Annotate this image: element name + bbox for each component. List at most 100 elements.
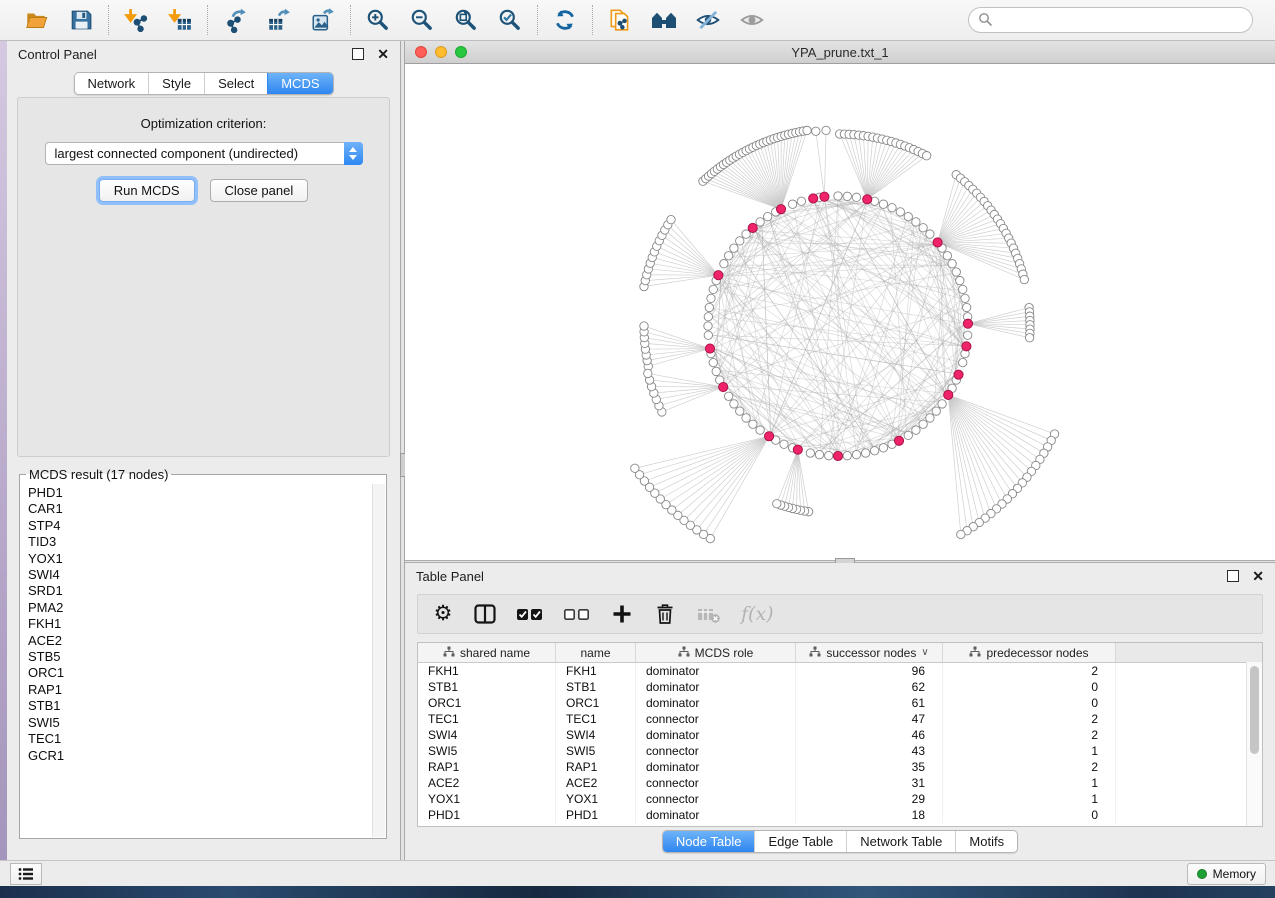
tab-node-table[interactable]: Node Table	[663, 831, 755, 852]
graph-node[interactable]	[707, 294, 715, 302]
mcds-result-item[interactable]: SWI4	[28, 567, 372, 583]
tab-motifs[interactable]: Motifs	[955, 831, 1017, 852]
graph-hub-node[interactable]	[962, 342, 971, 351]
criterion-select[interactable]: largest connected component (undirected)	[45, 142, 363, 165]
graph-node[interactable]	[704, 313, 712, 321]
graph-node[interactable]	[742, 414, 750, 422]
graph-hub-node[interactable]	[719, 382, 728, 391]
tab-network-table[interactable]: Network Table	[846, 831, 955, 852]
table-row[interactable]: ORC1ORC1dominator610	[418, 695, 1262, 711]
mcds-result-item[interactable]: RAP1	[28, 682, 372, 698]
graph-node[interactable]	[961, 294, 969, 302]
graph-node[interactable]	[962, 303, 970, 311]
graph-node[interactable]	[736, 407, 744, 415]
graph-node[interactable]	[912, 426, 920, 434]
graph-node[interactable]	[788, 200, 796, 208]
graph-node[interactable]	[1020, 275, 1028, 283]
graph-node[interactable]	[843, 451, 851, 459]
graph-node[interactable]	[957, 530, 965, 538]
graph-hub-node[interactable]	[954, 370, 963, 379]
graph-node[interactable]	[709, 285, 717, 293]
mcds-result-item[interactable]: STB5	[28, 649, 372, 665]
graph-hub-node[interactable]	[714, 271, 723, 280]
graph-node[interactable]	[926, 414, 934, 422]
table-row[interactable]: RAP1RAP1dominator352	[418, 759, 1262, 775]
graph-node[interactable]	[812, 127, 820, 135]
select-all-icon[interactable]	[516, 601, 544, 627]
deselect-all-icon[interactable]	[563, 601, 591, 627]
graph-node[interactable]	[926, 230, 934, 238]
mcds-result-item[interactable]: TEC1	[28, 731, 372, 747]
graph-node[interactable]	[952, 268, 960, 276]
tab-select[interactable]: Select	[204, 73, 267, 94]
float-table-panel-icon[interactable]	[1227, 570, 1239, 582]
maximize-window-icon[interactable]	[455, 46, 467, 58]
table-row[interactable]: TEC1TEC1connector472	[418, 711, 1262, 727]
table-row[interactable]: SWI4SWI4dominator462	[418, 727, 1262, 743]
graph-node[interactable]	[667, 215, 675, 223]
gear-icon[interactable]: ⚙	[432, 601, 454, 627]
close-window-icon[interactable]	[415, 46, 427, 58]
hide-selected-icon[interactable]	[694, 6, 722, 34]
graph-hub-node[interactable]	[894, 436, 903, 445]
graph-node[interactable]	[803, 126, 811, 134]
graph-node[interactable]	[730, 400, 738, 408]
mcds-result-item[interactable]: FKH1	[28, 616, 372, 632]
graph-node[interactable]	[852, 450, 860, 458]
graph-node[interactable]	[756, 426, 764, 434]
network-canvas[interactable]	[405, 64, 1275, 560]
graph-hub-node[interactable]	[820, 192, 829, 201]
graph-node[interactable]	[879, 200, 887, 208]
graph-node[interactable]	[709, 358, 717, 366]
float-panel-icon[interactable]	[352, 48, 364, 60]
graph-node[interactable]	[704, 322, 712, 330]
binoculars-icon[interactable]	[650, 6, 678, 34]
graph-hub-node[interactable]	[944, 390, 953, 399]
run-mcds-button[interactable]: Run MCDS	[99, 179, 195, 202]
graph-hub-node[interactable]	[748, 223, 757, 232]
mcds-result-item[interactable]: ACE2	[28, 633, 372, 649]
mcds-result-item[interactable]: STP4	[28, 518, 372, 534]
mcds-result-item[interactable]: PHD1	[28, 485, 372, 501]
table-row[interactable]: ACE2ACE2connector311	[418, 775, 1262, 791]
graph-node[interactable]	[815, 450, 823, 458]
zoom-out-icon[interactable]	[408, 6, 436, 34]
graph-node[interactable]	[825, 451, 833, 459]
graph-node[interactable]	[773, 500, 781, 508]
graph-node[interactable]	[843, 192, 851, 200]
mcds-result-item[interactable]: STB1	[28, 698, 372, 714]
graph-node[interactable]	[764, 212, 772, 220]
graph-node[interactable]	[959, 285, 967, 293]
zoom-in-icon[interactable]	[364, 6, 392, 34]
graph-node[interactable]	[720, 259, 728, 267]
graph-node[interactable]	[879, 444, 887, 452]
graph-node[interactable]	[644, 369, 652, 377]
graph-node[interactable]	[959, 358, 967, 366]
mcds-list-scrollbar[interactable]	[372, 484, 385, 837]
close-panel-icon[interactable]: ✕	[377, 49, 389, 59]
graph-node[interactable]	[904, 212, 912, 220]
task-history-button[interactable]	[10, 863, 42, 885]
show-all-icon[interactable]	[738, 6, 766, 34]
graph-hub-node[interactable]	[863, 195, 872, 204]
graph-hub-node[interactable]	[765, 432, 774, 441]
network-graph[interactable]	[405, 64, 1273, 560]
delete-column-icon[interactable]	[653, 601, 677, 627]
mcds-result-item[interactable]: PMA2	[28, 600, 372, 616]
tab-edge-table[interactable]: Edge Table	[754, 831, 846, 852]
graph-node[interactable]	[712, 367, 720, 375]
tab-network[interactable]: Network	[74, 73, 148, 94]
column-header-successor-nodes[interactable]: successor nodes∨	[796, 643, 943, 662]
graph-node[interactable]	[919, 224, 927, 232]
mcds-result-item[interactable]: SRD1	[28, 583, 372, 599]
graph-node[interactable]	[756, 218, 764, 226]
export-image-icon[interactable]	[309, 6, 337, 34]
column-header-shared-name[interactable]: shared name	[418, 643, 556, 662]
graph-node[interactable]	[861, 449, 869, 457]
import-network-icon[interactable]	[122, 6, 150, 34]
network-from-selection-icon[interactable]	[606, 6, 634, 34]
graph-node[interactable]	[797, 197, 805, 205]
graph-node[interactable]	[724, 392, 732, 400]
graph-node[interactable]	[870, 447, 878, 455]
graph-node[interactable]	[904, 431, 912, 439]
